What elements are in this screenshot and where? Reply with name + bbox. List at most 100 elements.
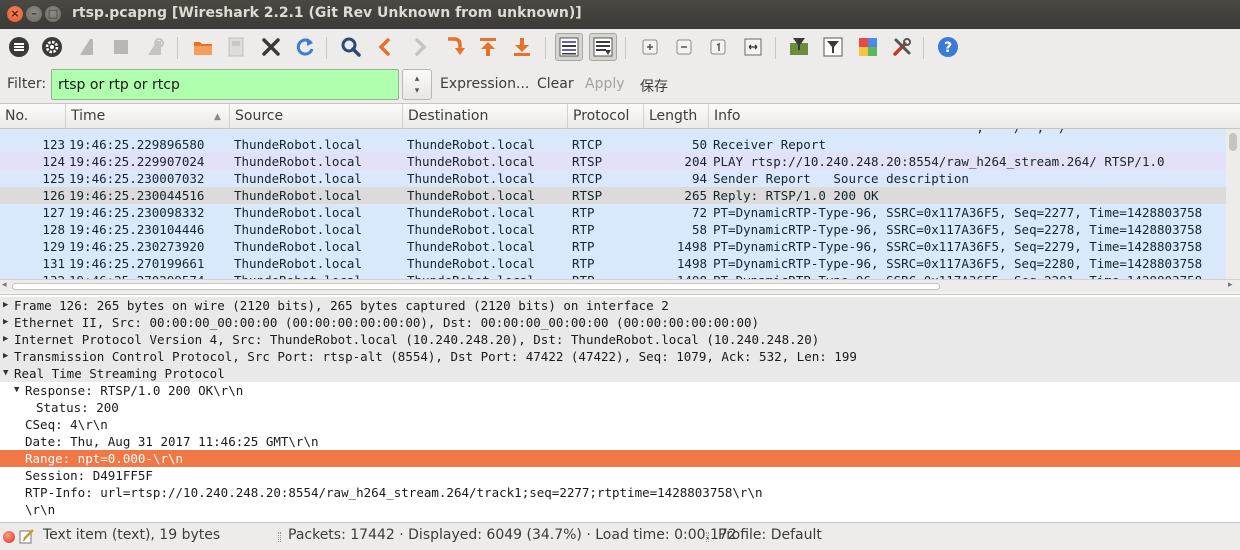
expression-button[interactable]: Expression...: [440, 76, 529, 92]
packet-number: 131: [42, 256, 65, 271]
column-header-protocol[interactable]: Protocol: [568, 104, 644, 129]
detail-tree-item[interactable]: CSeq: 4\r\n: [0, 416, 1240, 433]
collapsed-triangle-icon[interactable]: ▶: [3, 331, 8, 348]
expanded-triangle-icon[interactable]: ▼: [14, 382, 19, 399]
normal-size-icon[interactable]: [704, 33, 732, 61]
window-close-button[interactable]: ×: [7, 6, 23, 22]
find-icon[interactable]: [337, 33, 365, 61]
collapsed-triangle-icon[interactable]: ▶: [3, 348, 8, 365]
window-maximize-button[interactable]: □: [45, 6, 61, 22]
window-title: rtsp.pcapng [Wireshark 2.2.1 (Git Rev Un…: [72, 5, 582, 21]
colorize-icon[interactable]: [589, 33, 617, 61]
go-forward-icon[interactable]: [406, 33, 434, 61]
packet-source: ThundeRobot.local: [234, 222, 362, 237]
open-file-icon[interactable]: [189, 33, 217, 61]
column-header-info[interactable]: Info: [709, 104, 1240, 129]
status-divider[interactable]: [278, 532, 281, 542]
interfaces-icon[interactable]: [5, 33, 33, 61]
detail-tree-item[interactable]: Status: 200: [0, 399, 1240, 416]
detail-tree-label: Ethernet II, Src: 00:00:00_00:00:00 (00:…: [14, 315, 760, 330]
packet-row[interactable]: 126 19:46:25.230044516 ThundeRobot.local Th…: [0, 187, 1226, 204]
capture-comment-icon[interactable]: [19, 528, 35, 544]
save-file-icon[interactable]: [222, 33, 250, 61]
expanded-triangle-icon[interactable]: ▼: [3, 365, 8, 382]
detail-tree-item[interactable]: \r\n: [0, 501, 1240, 518]
help-icon[interactable]: ?: [934, 33, 962, 61]
start-capture-icon[interactable]: [73, 33, 101, 61]
display-filter-input[interactable]: rtsp or rtp or rtcp: [51, 69, 399, 100]
packet-row[interactable]: 131 19:46:25.270199661 ThundeRobot.local Th…: [0, 255, 1226, 272]
packet-row[interactable]: 127 19:46:25.230098332 ThundeRobot.local Th…: [0, 204, 1226, 221]
packet-protocol: RTSP: [572, 154, 603, 169]
packet-row-partial[interactable]: , / , /: [0, 129, 1226, 136]
filter-history-dropdown[interactable]: ▴ ▾: [402, 69, 432, 100]
resize-columns-icon[interactable]: [739, 33, 767, 61]
options-icon[interactable]: [38, 33, 66, 61]
close-file-icon[interactable]: [257, 33, 285, 61]
go-back-icon[interactable]: [371, 33, 399, 61]
packet-row[interactable]: 123 19:46:25.229896580 ThundeRobot.local Th…: [0, 136, 1226, 153]
reload-icon[interactable]: [291, 33, 319, 61]
packet-destination: ThundeRobot.local: [407, 272, 535, 279]
detail-tree-item[interactable]: ▶ Ethernet II, Src: 00:00:00_00:00:00 (00…: [0, 314, 1240, 331]
zoom-in-icon[interactable]: [636, 33, 664, 61]
packet-row[interactable]: 132 19:46:25.270299574 ThundeRobot.local Th…: [0, 272, 1226, 279]
packet-number: 125: [42, 171, 65, 186]
packet-list-vertical-scrollbar[interactable]: [1226, 129, 1240, 279]
packet-destination: ThundeRobot.local: [407, 222, 535, 237]
go-to-packet-icon[interactable]: [440, 33, 468, 61]
packet-list-horizontal-scrollbar[interactable]: ◂ ▸: [0, 279, 1240, 292]
window-minimize-button[interactable]: –: [26, 6, 42, 22]
detail-tree-item[interactable]: ▼ Response: RTSP/1.0 200 OK\r\n: [0, 382, 1240, 399]
clear-button[interactable]: Clear: [537, 76, 574, 92]
preferences-icon[interactable]: [888, 33, 916, 61]
display-filters-icon[interactable]: [819, 33, 847, 61]
toolbar-separator: [625, 37, 626, 59]
detail-tree-item[interactable]: ▶ Transmission Control Protocol, Src Port…: [0, 348, 1240, 365]
collapsed-triangle-icon[interactable]: ▶: [3, 297, 8, 314]
save-filter-button[interactable]: 保存: [640, 76, 668, 96]
column-header-length[interactable]: Length: [644, 104, 709, 129]
detail-tree-item[interactable]: Range: npt=0.000-\r\n: [0, 450, 1240, 467]
filter-label: Filter:: [7, 76, 47, 92]
status-divider[interactable]: [706, 532, 709, 542]
autoscroll-icon[interactable]: [555, 33, 583, 61]
detail-tree-item[interactable]: ▼ Real Time Streaming Protocol: [0, 365, 1240, 382]
first-packet-icon[interactable]: [474, 33, 502, 61]
status-packet-counts: Packets: 17442 · Displayed: 6049 (34.7%)…: [288, 527, 737, 543]
capture-filters-icon[interactable]: [785, 33, 813, 61]
coloring-rules-icon[interactable]: [854, 33, 882, 61]
packet-number: 128: [42, 222, 65, 237]
detail-tree-item[interactable]: Session: D491FF5F: [0, 467, 1240, 484]
scrollbar-thumb[interactable]: [1229, 133, 1237, 151]
packet-row[interactable]: 129 19:46:25.230273920 ThundeRobot.local Th…: [0, 238, 1226, 255]
column-header-time[interactable]: Time: [66, 104, 230, 129]
apply-button[interactable]: Apply: [585, 76, 625, 92]
restart-capture-icon[interactable]: [141, 33, 169, 61]
column-header-destination[interactable]: Destination: [403, 104, 568, 129]
detail-tree-item[interactable]: RTP-Info: url=rtsp://10.240.248.20:8554/…: [0, 484, 1240, 501]
packet-time: 19:46:25.270299574: [69, 272, 204, 279]
packet-destination: ThundeRobot.local: [407, 205, 535, 220]
collapsed-triangle-icon[interactable]: ▶: [3, 314, 8, 331]
detail-tree-label: Real Time Streaming Protocol: [14, 366, 225, 381]
detail-tree-item[interactable]: ▶ Frame 126: 265 bytes on wire (2120 bits…: [0, 297, 1240, 314]
svg-text:?: ?: [944, 40, 952, 56]
scroll-left-icon[interactable]: ◂: [2, 280, 7, 290]
zoom-out-icon[interactable]: [670, 33, 698, 61]
packet-row[interactable]: 125 19:46:25.230007032 ThundeRobot.local Th…: [0, 170, 1226, 187]
detail-tree-item[interactable]: Date: Thu, Aug 31 2017 11:46:25 GMT\r\n: [0, 433, 1240, 450]
last-packet-icon[interactable]: [508, 33, 536, 61]
scroll-right-icon[interactable]: ▸: [1228, 280, 1233, 290]
column-header-no[interactable]: No.: [0, 104, 66, 129]
expert-info-icon[interactable]: [3, 531, 15, 543]
packet-row[interactable]: 128 19:46:25.230104446 ThundeRobot.local Th…: [0, 221, 1226, 238]
stop-capture-icon[interactable]: [107, 33, 135, 61]
packet-source: ThundeRobot.local: [234, 239, 362, 254]
packet-row[interactable]: 124 19:46:25.229907024 ThundeRobot.local Th…: [0, 153, 1226, 170]
packet-number: 123: [42, 137, 65, 152]
status-profile[interactable]: Profile: Default: [718, 527, 822, 543]
detail-tree-item[interactable]: ▶ Internet Protocol Version 4, Src: Thund…: [0, 331, 1240, 348]
column-header-source[interactable]: Source: [230, 104, 403, 129]
scrollbar-thumb[interactable]: [12, 283, 940, 290]
